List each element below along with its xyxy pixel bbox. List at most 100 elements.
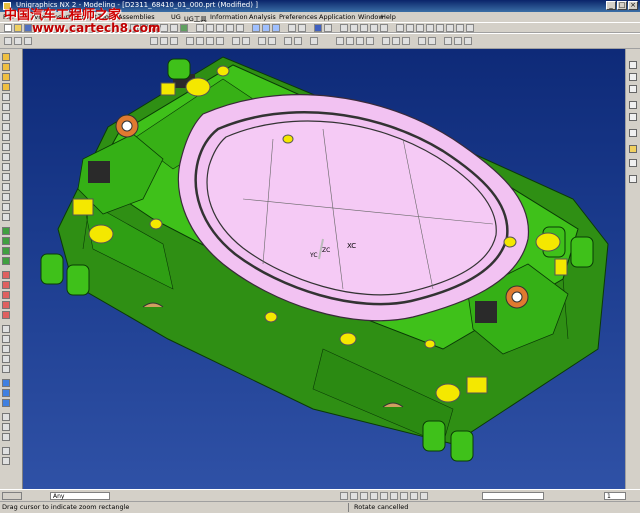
extrude-icon[interactable] <box>396 24 404 32</box>
menu-application[interactable]: Application <box>319 13 355 21</box>
sphere-icon[interactable] <box>2 257 10 265</box>
zoom-icon[interactable] <box>206 24 214 32</box>
view-front-icon[interactable] <box>629 73 637 81</box>
pan-icon[interactable] <box>236 24 244 32</box>
trim-body-icon[interactable] <box>186 37 194 45</box>
spline-icon[interactable] <box>2 83 10 91</box>
csys-icon[interactable] <box>370 24 378 32</box>
section-curve-icon[interactable] <box>2 153 10 161</box>
maximize-button[interactable]: □ <box>617 1 627 10</box>
circle-icon[interactable] <box>2 73 10 81</box>
intersection-curve-icon[interactable] <box>2 143 10 151</box>
line-icon[interactable] <box>2 53 10 61</box>
select-filter-icon[interactable] <box>2 457 10 465</box>
draft-analysis-icon[interactable] <box>2 399 10 407</box>
intersect-icon[interactable] <box>170 37 178 45</box>
info-feature-icon[interactable] <box>2 423 10 431</box>
swept-surface-icon[interactable] <box>356 37 364 45</box>
edge-blend-icon[interactable] <box>2 271 10 279</box>
thread-icon[interactable] <box>2 301 10 309</box>
view-right-icon[interactable] <box>629 85 637 93</box>
type-filter-dropdown[interactable]: Any <box>50 492 110 500</box>
trimmed-sheet-icon[interactable] <box>402 37 410 45</box>
snap-mid-icon[interactable] <box>350 492 358 500</box>
shaded-icon[interactable] <box>252 24 260 32</box>
hollow-icon[interactable] <box>2 291 10 299</box>
wcs-icon[interactable] <box>2 345 10 353</box>
divide-curve-icon[interactable] <box>2 203 10 211</box>
transform-icon[interactable] <box>2 335 10 343</box>
info-expression-icon[interactable] <box>2 433 10 441</box>
paste-icon[interactable] <box>170 24 178 32</box>
rotate-icon[interactable] <box>226 24 234 32</box>
block-icon[interactable] <box>2 227 10 235</box>
boss-icon[interactable] <box>436 24 444 32</box>
offset-surface-icon[interactable] <box>418 37 426 45</box>
selection-scope-dropdown[interactable] <box>482 492 544 500</box>
info-object-icon[interactable] <box>2 413 10 421</box>
edge-chamfer-icon[interactable] <box>2 281 10 289</box>
draft-icon[interactable] <box>258 37 266 45</box>
n-sided-icon[interactable] <box>464 37 472 45</box>
graphics-window[interactable]: XC YC ZC <box>23 49 626 489</box>
face-blend-icon[interactable] <box>444 37 452 45</box>
view-top-icon[interactable] <box>629 61 637 69</box>
hole-icon[interactable] <box>426 24 434 32</box>
view-iso-icon[interactable] <box>629 101 637 109</box>
project-curve-icon[interactable] <box>2 133 10 141</box>
menu-window[interactable]: Window <box>358 13 384 21</box>
quilt-icon[interactable] <box>428 37 436 45</box>
select-icon[interactable] <box>2 492 22 500</box>
arc-icon[interactable] <box>2 63 10 71</box>
copy-icon[interactable] <box>160 24 168 32</box>
view-orient-icon[interactable] <box>272 24 280 32</box>
bridge-curve-icon[interactable] <box>2 173 10 181</box>
trim-curve-icon[interactable] <box>2 193 10 201</box>
subtract-icon[interactable] <box>160 37 168 45</box>
bounded-plane-icon[interactable] <box>392 37 400 45</box>
perspective-icon[interactable] <box>629 159 637 167</box>
delete-icon[interactable] <box>180 24 188 32</box>
sew-icon[interactable] <box>268 37 276 45</box>
point-icon[interactable] <box>380 24 388 32</box>
extension-icon[interactable] <box>382 37 390 45</box>
snap-point-icon[interactable] <box>2 447 10 455</box>
cone-icon[interactable] <box>2 247 10 255</box>
slot-icon[interactable] <box>466 24 474 32</box>
through-curve-mesh-icon[interactable] <box>346 37 354 45</box>
snap-intersection-icon[interactable] <box>370 492 378 500</box>
wcs-rotate-icon[interactable] <box>2 365 10 373</box>
ellipse-icon[interactable] <box>2 113 10 121</box>
revolve-icon[interactable] <box>406 24 414 32</box>
snap-on-face-icon[interactable] <box>420 492 428 500</box>
measure-angle-icon[interactable] <box>294 37 302 45</box>
section-icon[interactable] <box>310 37 318 45</box>
work-layer-field[interactable]: 1 <box>604 492 626 500</box>
view-trimetric-icon[interactable] <box>629 113 637 121</box>
snap-existing-icon[interactable] <box>400 492 408 500</box>
bridge-icon[interactable] <box>454 37 462 45</box>
scale-icon[interactable] <box>242 37 250 45</box>
sketch-icon[interactable] <box>340 24 348 32</box>
show-hide-icon[interactable] <box>298 24 306 32</box>
pocket-icon[interactable] <box>446 24 454 32</box>
shell-icon[interactable] <box>24 37 32 45</box>
menu-information[interactable]: Information <box>210 13 248 21</box>
wcs-origin-icon[interactable] <box>2 355 10 363</box>
chamfer-icon[interactable] <box>14 37 22 45</box>
snap-on-curve-icon[interactable] <box>410 492 418 500</box>
rectangle-icon[interactable] <box>2 93 10 101</box>
menu-help[interactable]: Help <box>381 13 396 21</box>
close-button[interactable]: × <box>628 1 638 10</box>
unite-icon[interactable] <box>150 37 158 45</box>
surface-analysis-icon[interactable] <box>2 379 10 387</box>
layer-icon[interactable] <box>288 24 296 32</box>
join-curve-icon[interactable] <box>2 183 10 191</box>
snap-end-icon[interactable] <box>340 492 348 500</box>
datum-plane-icon[interactable] <box>350 24 358 32</box>
snap-center-icon[interactable] <box>380 492 388 500</box>
edit-curve-icon[interactable] <box>2 213 10 221</box>
offset-curve-icon[interactable] <box>2 123 10 131</box>
sweep-icon[interactable] <box>416 24 424 32</box>
fit-icon[interactable] <box>196 24 204 32</box>
